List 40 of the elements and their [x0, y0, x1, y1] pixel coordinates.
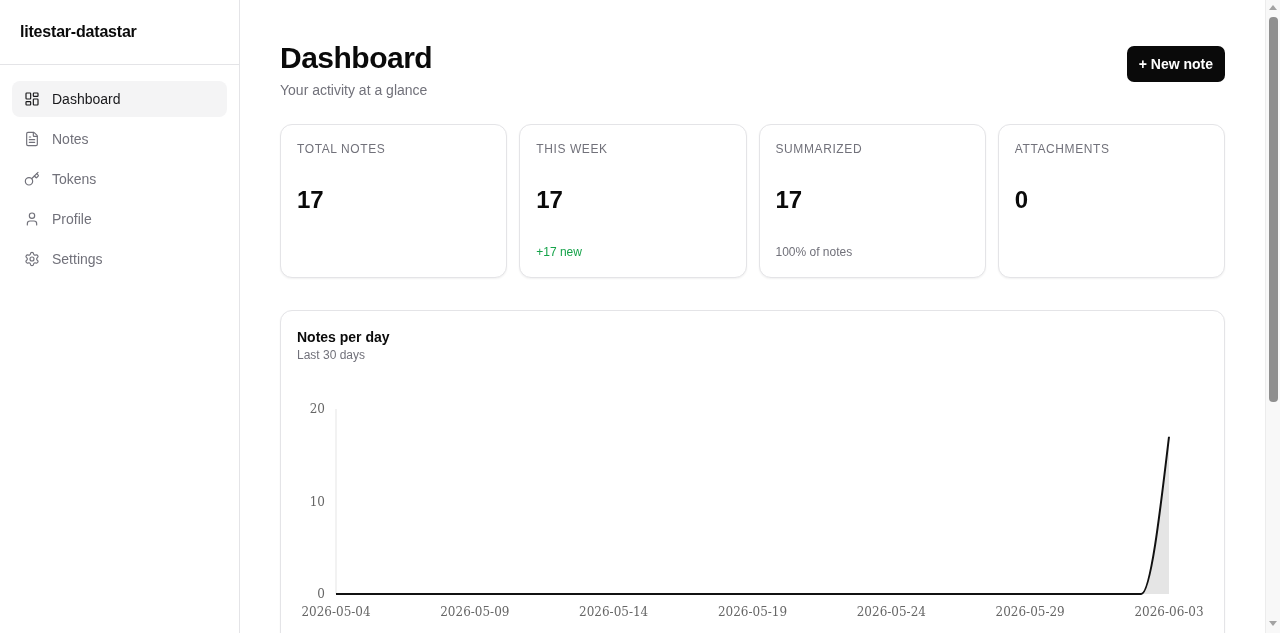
axis-label: 2026-05-24 — [856, 605, 926, 619]
scroll-up-icon[interactable] — [1269, 5, 1277, 10]
nav-item[interactable]: Tokens — [12, 161, 227, 197]
stat-label: ATTACHMENTS — [1014, 141, 1110, 157]
axis-label: 2026-05-29 — [995, 605, 1065, 619]
stat-label: TOTAL NOTES — [297, 141, 386, 157]
axis-label: 2026-05-04 — [301, 605, 371, 619]
page-subtitle: Your activity at a glance — [280, 81, 429, 100]
stat-label: SUMMARIZED — [775, 141, 863, 157]
stat-label: THIS WEEK — [536, 141, 608, 157]
brand-name: litestar-datastar — [20, 23, 137, 41]
axis-label: 2026-06-03 — [1134, 605, 1204, 619]
nav-item[interactable]: Profile — [12, 201, 227, 237]
stat-value: 17 — [775, 185, 803, 215]
axis-label: 2026-05-14 — [579, 605, 649, 619]
stat-value: 17 — [536, 185, 563, 215]
scroll-down-icon[interactable] — [1269, 621, 1277, 626]
stat-value: 0 — [1014, 185, 1029, 215]
document-icon — [24, 131, 40, 147]
chart-title: Notes per day — [297, 328, 390, 347]
chart-subtitle: Last 30 days — [297, 347, 366, 363]
nav-item[interactable]: Notes — [12, 121, 227, 157]
axis-label: 0 — [317, 587, 325, 601]
settings-icon — [24, 251, 40, 267]
dashboard-icon — [24, 91, 40, 107]
stat-note: +17 new — [536, 244, 582, 260]
key-icon — [24, 171, 40, 187]
axis-label: 10 — [309, 494, 325, 509]
axis-label: 20 — [309, 402, 325, 416]
axis-label: 2026-05-09 — [440, 605, 510, 619]
nav-item[interactable]: Dashboard — [12, 81, 227, 117]
stat-value: 17 — [297, 185, 324, 215]
user-icon — [24, 211, 40, 227]
scrollbar-thumb[interactable] — [1268, 17, 1278, 402]
new-note-button[interactable]: + New note — [1126, 46, 1225, 82]
axis-label: 2026-05-19 — [717, 605, 788, 619]
stat-note: 100% of notes — [775, 244, 853, 260]
page-title: Dashboard — [280, 40, 433, 76]
nav-item[interactable]: Settings — [12, 241, 227, 277]
scrollbar[interactable] — [1265, 0, 1280, 633]
